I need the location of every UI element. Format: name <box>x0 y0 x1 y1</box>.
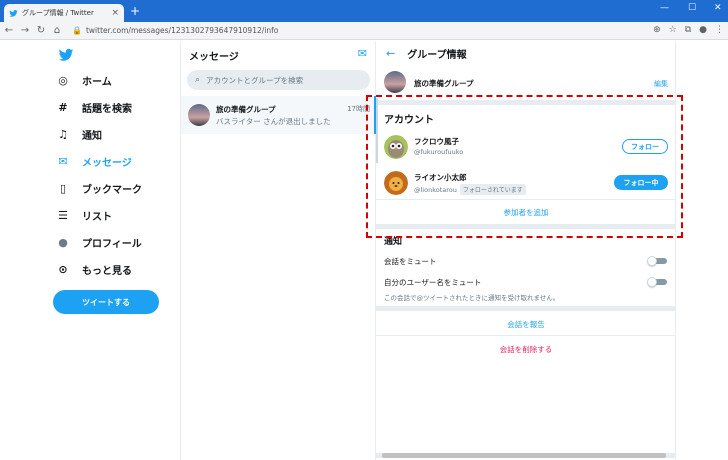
reload-icon[interactable]: ↻ <box>34 25 48 36</box>
home-icon[interactable]: ⌂ <box>50 25 64 36</box>
search-input[interactable]: ⌕ アカウントとグループを検索 <box>187 70 370 90</box>
group-name: 旅の準備グループ <box>414 79 474 88</box>
mute-conversation-label: 会話をミュート <box>384 257 437 266</box>
more-circle-icon: ⊙ <box>58 263 68 276</box>
avatar-icon: ● <box>58 236 68 249</box>
browser-toolbar: ← → ↻ ⌂ 🔒 twitter.com/messages/123130279… <box>0 22 728 40</box>
maximize-button[interactable]: ☐ <box>688 3 696 13</box>
search-icon: ⌕ <box>195 75 201 85</box>
highlight-annotation <box>366 95 683 238</box>
sidebar-item-label: ブックマーク <box>82 185 142 196</box>
sidebar-item-messages[interactable]: ✉ メッセージ <box>56 154 132 169</box>
twitter-favicon-icon <box>9 9 18 17</box>
sidebar-item-label: プロフィール <box>82 239 142 250</box>
sidebar-item-label: ホーム <box>82 77 112 88</box>
messages-title: メッセージ <box>189 52 239 63</box>
page-title: グループ情報 <box>407 49 467 61</box>
divider <box>376 335 676 336</box>
cast-icon[interactable]: ⧉ <box>685 25 691 35</box>
sidebar-item-profile[interactable]: ● プロフィール <box>56 235 142 250</box>
back-nav-icon[interactable]: ← <box>2 25 16 36</box>
tab-close-icon[interactable]: × <box>111 8 119 18</box>
mute-mentions-toggle[interactable] <box>647 277 667 287</box>
sidebar: ◎ ホーム # 話題を検索 ♫ 通知 ✉ メッセージ ▯ ブックマーク ☰ リスト ● プロフ… <box>0 41 181 460</box>
sidebar-item-notifications[interactable]: ♫ 通知 <box>56 127 102 142</box>
conversation-preview: バスライター さんが退出しました <box>216 117 331 126</box>
sidebar-item-more[interactable]: ⊙ もっと見る <box>56 262 132 277</box>
mute-note: この会話で@ツイートされたときに通知を受け取れません。 <box>384 294 560 302</box>
forward-nav-icon[interactable]: → <box>18 25 32 36</box>
report-conversation-link[interactable]: 会話を報告 <box>376 319 676 330</box>
conversation-name: 旅の準備グループ <box>216 105 276 114</box>
sidebar-item-label: メッセージ <box>82 158 132 169</box>
tab-title: グループ情報 / Twitter <box>22 9 94 17</box>
profile-icon[interactable]: ● <box>699 25 707 35</box>
sidebar-item-label: 通知 <box>82 131 102 142</box>
envelope-icon: ✉ <box>58 155 68 168</box>
bookmark-icon: ▯ <box>59 182 67 195</box>
sidebar-item-label: リスト <box>82 212 112 223</box>
mute-conversation-toggle[interactable] <box>647 256 667 266</box>
delete-conversation-link[interactable]: 会話を削除する <box>376 344 676 355</box>
address-bar[interactable]: twitter.com/messages/1231302793647910912… <box>86 26 278 35</box>
browser-tab[interactable]: グループ情報 / Twitter × <box>4 4 124 22</box>
search-placeholder: アカウントとグループを検索 <box>206 75 304 85</box>
conversation-item[interactable]: 旅の準備グループ 17時間 バスライター さんが退出しました <box>181 96 376 134</box>
messages-panel: メッセージ ✉ ⌕ アカウントとグループを検索 旅の準備グループ 17時間 バス… <box>181 41 376 460</box>
group-info-header: ← グループ情報 <box>376 41 676 65</box>
twitter-logo-icon[interactable] <box>57 47 75 63</box>
home-icon: ◎ <box>58 74 68 87</box>
close-window-button[interactable]: ✕ <box>714 3 722 13</box>
bell-icon: ♫ <box>58 128 68 141</box>
section-divider <box>376 306 676 311</box>
new-tab-button[interactable]: + <box>130 4 140 18</box>
back-arrow-icon[interactable]: ← <box>386 47 395 60</box>
edit-link[interactable]: 編集 <box>654 79 668 89</box>
bookmark-star-icon[interactable]: ☆ <box>669 25 677 35</box>
sidebar-item-explore[interactable]: # 話題を検索 <box>56 100 132 115</box>
sidebar-item-lists[interactable]: ☰ リスト <box>56 208 112 223</box>
sidebar-item-label: もっと見る <box>82 266 132 277</box>
compose-message-icon[interactable]: ✉ <box>358 47 367 60</box>
group-avatar <box>188 104 210 126</box>
group-row: 旅の準備グループ 編集 <box>376 68 676 98</box>
lock-icon: 🔒 <box>72 26 82 35</box>
sidebar-item-label: 話題を検索 <box>82 104 132 115</box>
extension-icon[interactable]: ⊕ <box>653 25 661 35</box>
sidebar-item-home[interactable]: ◎ ホーム <box>56 73 112 88</box>
minimize-button[interactable]: — <box>660 3 669 13</box>
horizontal-scrollbar[interactable] <box>376 453 676 458</box>
menu-icon[interactable]: ⋮ <box>715 25 724 35</box>
sidebar-item-bookmarks[interactable]: ▯ ブックマーク <box>56 181 142 196</box>
tweet-button[interactable]: ツイートする <box>53 290 159 314</box>
browser-titlebar: グループ情報 / Twitter × + — ☐ ✕ <box>0 0 728 22</box>
mute-mentions-label: 自分のユーザー名をミュート <box>384 278 482 287</box>
group-avatar <box>384 71 406 93</box>
list-icon: ☰ <box>58 209 68 222</box>
hashtag-icon: # <box>58 101 68 114</box>
